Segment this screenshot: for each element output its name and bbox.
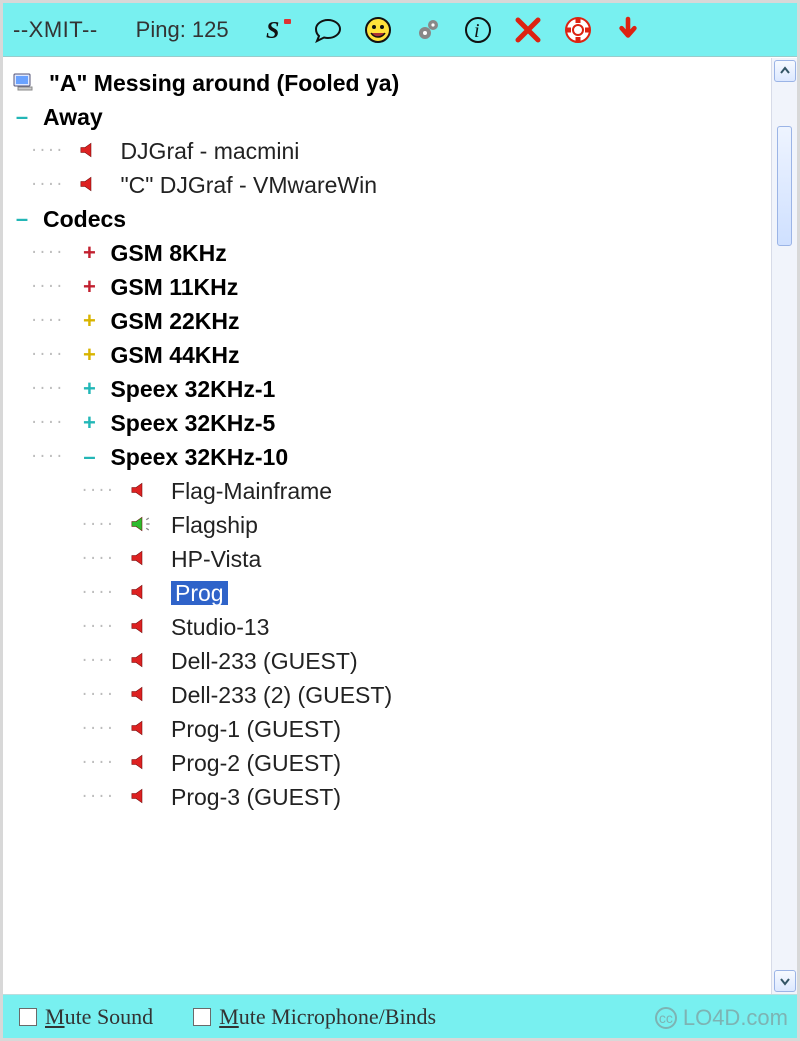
user-item[interactable]: Dell-233 (2) (GUEST) [171,683,392,707]
root-channel-label[interactable]: "A" Messing around (Fooled ya) [49,71,399,95]
checkbox-box[interactable] [19,1008,37,1026]
vertical-scrollbar[interactable] [771,58,797,994]
user-item[interactable]: Flag-Mainframe [171,479,332,503]
speaker-icon [131,515,153,535]
info-icon[interactable]: i [463,15,493,45]
user-item-selected[interactable]: Prog [171,581,228,605]
ping-label: Ping: 125 [136,17,229,43]
s-icon[interactable]: S [263,15,293,45]
user-item[interactable]: HP-Vista [171,547,261,571]
user-item[interactable]: Dell-233 (GUEST) [171,649,358,673]
expand-icon[interactable]: + [80,312,98,330]
expand-icon[interactable]: + [80,278,98,296]
speaker-icon [131,685,153,705]
speaker-icon [131,617,153,637]
codecs-group-label[interactable]: Codecs [43,207,126,231]
toolbar: --XMIT-- Ping: 125 S i [3,3,797,57]
expand-icon[interactable]: + [80,414,98,432]
away-group-label[interactable]: Away [43,105,103,129]
user-item[interactable]: Flagship [171,513,258,537]
speaker-icon [131,719,153,739]
watermark-text: LO4D.com [683,1005,788,1031]
smiley-icon[interactable] [363,15,393,45]
watermark: cc LO4D.com [655,1005,788,1031]
mute-sound-label: Mute Sound [45,1004,153,1030]
expand-icon[interactable]: + [80,346,98,364]
codec-group-label[interactable]: Speex 32KHz-10 [110,445,288,469]
speaker-icon [131,481,153,501]
cc-icon: cc [655,1007,677,1029]
collapse-icon[interactable]: – [13,210,31,228]
speaker-icon [131,753,153,773]
svg-text:i: i [474,20,480,42]
channel-tree[interactable]: "A" Messing around (Fooled ya)–Away ····… [3,58,771,994]
chat-icon[interactable] [313,15,343,45]
codec-group-label[interactable]: GSM 11KHz [110,275,238,299]
speaker-icon [131,787,153,807]
speaker-icon [80,141,102,161]
user-item[interactable]: "C" DJGraf - VMwareWin [120,173,377,197]
gear-icon[interactable] [413,15,443,45]
scroll-up-button[interactable] [774,60,796,82]
scroll-thumb[interactable] [777,126,792,246]
mute-mic-label: Mute Microphone/Binds [219,1004,436,1030]
codec-group-label[interactable]: GSM 22KHz [110,309,239,333]
expand-icon[interactable]: + [80,380,98,398]
scroll-track[interactable] [774,86,795,966]
lifebuoy-icon[interactable] [563,15,593,45]
tree-pane: "A" Messing around (Fooled ya)–Away ····… [3,57,797,994]
speaker-icon [131,651,153,671]
speaker-icon [131,583,153,603]
user-item[interactable]: Prog-2 (GUEST) [171,751,341,775]
download-arrow-icon[interactable] [613,15,643,45]
collapse-icon[interactable]: – [80,448,98,466]
svg-text:S: S [266,18,279,44]
codec-group-label[interactable]: GSM 44KHz [110,343,239,367]
close-icon[interactable] [513,15,543,45]
app-window: --XMIT-- Ping: 125 S i [0,0,800,1041]
expand-icon[interactable]: + [80,244,98,262]
speaker-icon [131,549,153,569]
codec-group-label[interactable]: Speex 32KHz-5 [110,411,275,435]
mute-sound-checkbox[interactable]: Mute Sound [19,1004,153,1030]
user-item[interactable]: DJGraf - macmini [120,139,299,163]
collapse-icon[interactable]: – [13,108,31,126]
user-item[interactable]: Studio-13 [171,615,269,639]
speaker-icon [80,175,102,195]
user-item[interactable]: Prog-3 (GUEST) [171,785,341,809]
mute-mic-checkbox[interactable]: Mute Microphone/Binds [193,1004,436,1030]
codec-group-label[interactable]: Speex 32KHz-1 [110,377,275,401]
checkbox-box[interactable] [193,1008,211,1026]
xmit-label: --XMIT-- [13,17,98,43]
scroll-down-button[interactable] [774,970,796,992]
computer-icon [13,73,35,93]
codec-group-label[interactable]: GSM 8KHz [110,241,226,265]
user-item[interactable]: Prog-1 (GUEST) [171,717,341,741]
